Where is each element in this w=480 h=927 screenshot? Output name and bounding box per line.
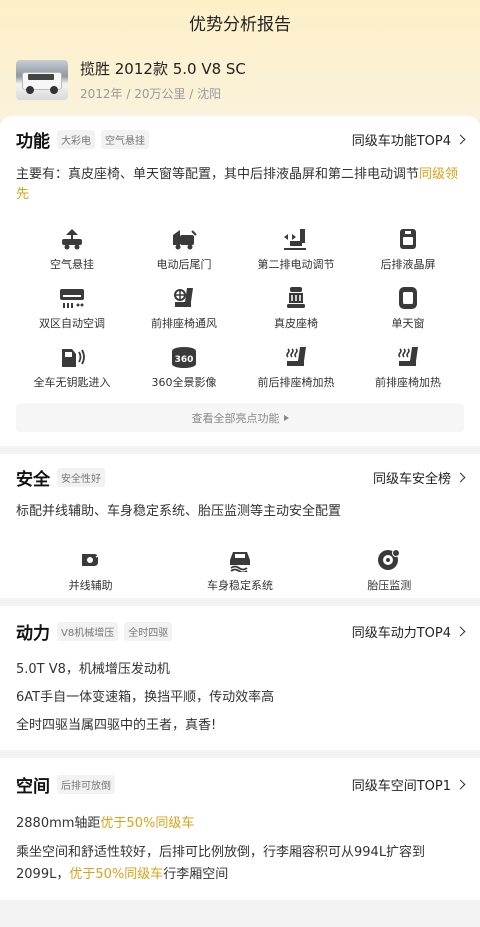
chevron-right-icon (455, 626, 466, 636)
power-seat-adjust-icon (282, 227, 310, 251)
space-title: 空间 (16, 776, 50, 797)
space-rank-link[interactable]: 同级车空间TOP1 (351, 775, 466, 794)
feature-item[interactable]: 单天窗 (352, 282, 464, 341)
car-thumbnail (16, 60, 68, 100)
car-summary[interactable]: 揽胜 2012款 5.0 V8 SC 2012年 / 20万公里 / 沈阳 (0, 44, 480, 110)
space-desc-tail: 行李厢空间 (163, 867, 229, 882)
safety-rank-label: 同级车安全榜 (372, 471, 451, 487)
air-suspension-icon (58, 227, 86, 251)
page-title: 优势分析报告 (189, 14, 291, 35)
space-wheelbase-highlight: 优于50%同级车 (100, 816, 195, 831)
svg-text:360: 360 (175, 355, 194, 365)
safety-title: 安全 (16, 469, 50, 490)
feature-item[interactable]: 真皮座椅 (240, 282, 352, 341)
safety-grid: 并线辅助 车身稳定系统 胎压监测 (16, 544, 464, 592)
feature-item[interactable]: 空气悬挂 (16, 223, 128, 282)
function-rank-link[interactable]: 同级车功能TOP4 (351, 130, 466, 149)
space-tag: 后排可放倒 (57, 774, 115, 794)
feature-label: 全车无钥匙进入 (33, 376, 111, 389)
rear-screen-icon (394, 227, 422, 251)
seat-heating-icon (394, 345, 422, 369)
power-card: 动力 V8机械增压 全时四驱 同级车动力TOP4 5.0T V8，机械增压发动机… (0, 606, 480, 750)
see-all-label: 查看全部亮点功能 (191, 411, 280, 425)
panoramic-camera-icon: 360 (170, 345, 198, 369)
feature-label: 并线辅助 (68, 579, 113, 592)
space-rank-label: 同级车空间TOP1 (351, 778, 451, 794)
power-tailgate-icon (170, 227, 198, 251)
safety-card: 安全 安全性好 同级车安全榜 标配并线辅助、车身稳定系统、胎压监测等主动安全配置… (0, 454, 480, 598)
feature-label: 真皮座椅 (274, 317, 318, 330)
power-line: 5.0T V8，机械增压发动机 (16, 662, 170, 677)
leather-seat-icon (282, 286, 310, 310)
dual-zone-ac-icon (58, 286, 86, 310)
feature-item[interactable]: 第二排电动调节 (240, 223, 352, 282)
feature-label: 空气悬挂 (50, 258, 94, 271)
feature-item[interactable]: 前后排座椅加热 (240, 341, 352, 400)
power-tag: 全时四驱 (124, 621, 173, 641)
sunroof-icon (394, 286, 422, 310)
seat-ventilation-icon (170, 286, 198, 310)
feature-grid: 空气悬挂 电动后尾门 第二排电动调节 后排液晶屏 双区自动空调 前排座椅通风 真… (16, 223, 464, 400)
power-rank-link[interactable]: 同级车动力TOP4 (351, 622, 466, 641)
feature-label: 胎压监测 (367, 579, 412, 592)
feature-label: 前后排座椅加热 (257, 376, 335, 389)
power-line: 6AT手自一体变速箱，换挡平顺，传动效率高 (16, 690, 275, 705)
feature-item[interactable]: 电动后尾门 (128, 223, 240, 282)
feature-item[interactable]: 并线辅助 (16, 544, 165, 592)
tire-pressure-icon (375, 548, 403, 572)
lane-assist-icon (77, 548, 105, 572)
feature-label: 单天窗 (391, 317, 425, 330)
chevron-right-icon (455, 472, 466, 482)
power-rank-label: 同级车动力TOP4 (351, 625, 451, 641)
feature-item[interactable]: 双区自动空调 (16, 282, 128, 341)
feature-item[interactable]: 胎压监测 (315, 544, 464, 592)
feature-label: 前排座椅通风 (151, 317, 217, 330)
power-tag: V8机械增压 (57, 621, 119, 641)
feature-label: 电动后尾门 (156, 258, 212, 271)
function-desc-text: 主要有：真皮座椅、单天窗等配置，其中后排液晶屏和第二排电动调节 (16, 167, 420, 182)
space-wheelbase: 2880mm轴距优于50%同级车 (16, 810, 464, 838)
keyless-entry-icon (58, 345, 86, 369)
feature-label: 后排液晶屏 (380, 258, 436, 271)
feature-item[interactable]: 360 360全景影像 (128, 341, 240, 400)
function-title: 功能 (16, 131, 50, 152)
function-rank-label: 同级车功能TOP4 (351, 133, 451, 149)
safety-rank-link[interactable]: 同级车安全榜 (372, 468, 466, 487)
feature-label: 360全景影像 (151, 376, 217, 389)
safety-tag: 安全性好 (57, 467, 105, 487)
car-name: 揽胜 2012款 5.0 V8 SC (80, 60, 246, 78)
chevron-right-icon (455, 134, 466, 144)
see-all-features-button[interactable]: 查看全部亮点功能 (16, 403, 464, 432)
triangle-right-icon (283, 414, 289, 421)
safety-description: 标配并线辅助、车身稳定系统、胎压监测等主动安全配置 (16, 504, 342, 519)
space-wheelbase-text: 2880mm轴距 (16, 816, 101, 831)
feature-label: 双区自动空调 (39, 317, 105, 330)
feature-item[interactable]: 车身稳定系统 (165, 544, 314, 592)
car-meta: 2012年 / 20万公里 / 沈阳 (80, 87, 222, 101)
stability-control-icon (226, 548, 254, 572)
feature-item[interactable]: 全车无钥匙进入 (16, 341, 128, 400)
feature-label: 第二排电动调节 (257, 258, 335, 271)
feature-label: 车身稳定系统 (206, 579, 273, 592)
power-title: 动力 (16, 623, 50, 644)
power-line: 全时四驱当属四驱中的王者，真香! (16, 718, 217, 733)
function-description: 主要有：真皮座椅、单天窗等配置，其中后排液晶屏和第二排电动调节同级领先 (16, 165, 464, 205)
header: 优势分析报告 (0, 0, 480, 44)
feature-item[interactable]: 前排座椅通风 (128, 282, 240, 341)
feature-item[interactable]: 后排液晶屏 (352, 223, 464, 282)
feature-label: 前排座椅加热 (375, 376, 441, 389)
space-desc-highlight: 优于50%同级车 (69, 867, 164, 882)
space-description: 乘坐空间和舒适性较好，后排可比例放倒，行李厢容积可从994L扩容到2099L，优… (16, 842, 464, 886)
feature-item[interactable]: 前排座椅加热 (352, 341, 464, 400)
space-card: 空间 后排可放倒 同级车空间TOP1 2880mm轴距优于50%同级车 乘坐空间… (0, 758, 480, 900)
function-tag: 大彩电 (57, 129, 95, 149)
chevron-right-icon (455, 779, 466, 789)
function-card: 功能 大彩电 空气悬挂 同级车功能TOP4 主要有：真皮座椅、单天窗等配置，其中… (0, 116, 480, 446)
seat-heating-icon (282, 345, 310, 369)
function-tag: 空气悬挂 (101, 129, 149, 149)
